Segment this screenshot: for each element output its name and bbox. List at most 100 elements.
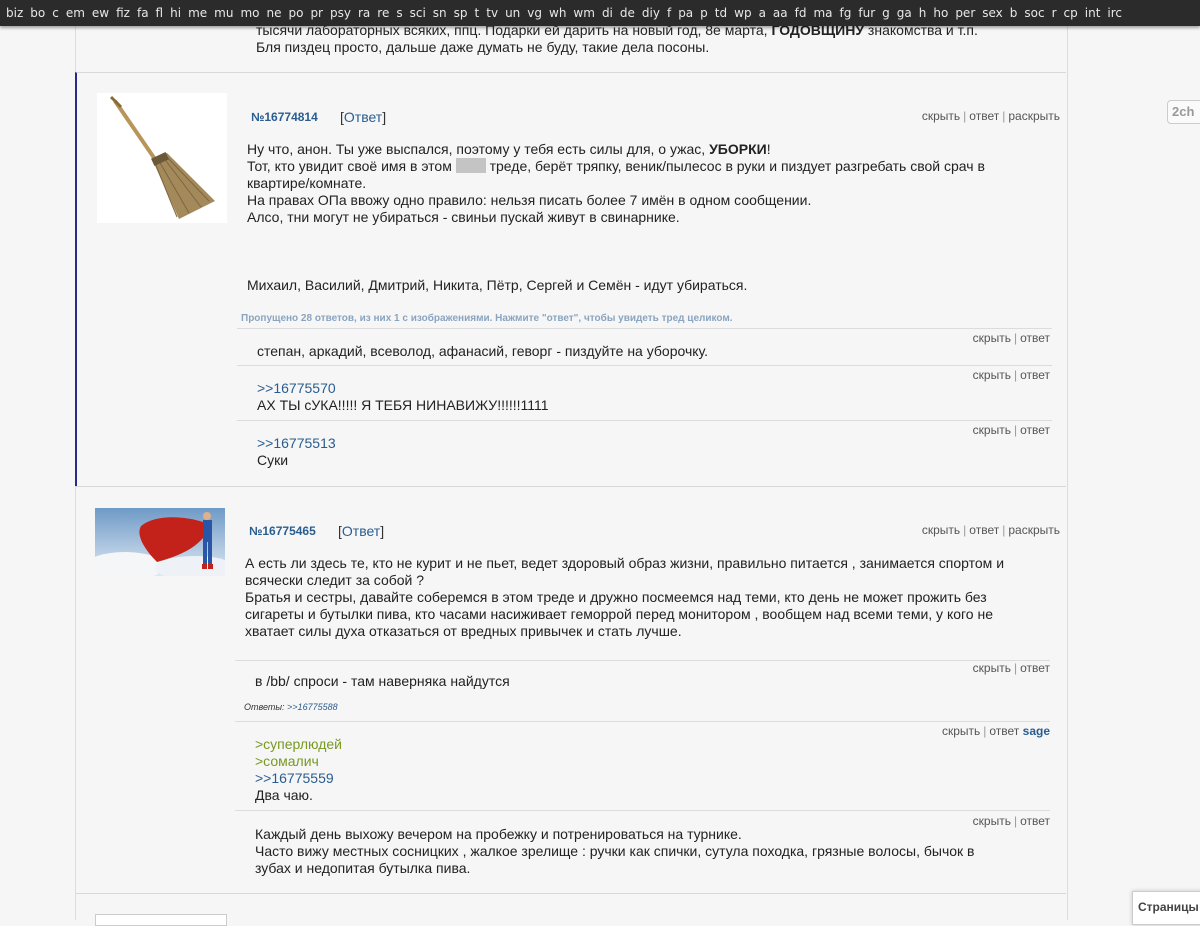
board-link-soc[interactable]: soc — [1024, 6, 1044, 20]
answer-button[interactable]: ответ — [1020, 331, 1050, 345]
hide-button[interactable]: скрыть — [922, 523, 960, 537]
board-link-diy[interactable]: diy — [642, 6, 660, 20]
reply-actions: скрыть | ответ — [972, 423, 1050, 437]
board-link-fiz[interactable]: fiz — [116, 6, 130, 20]
board-link-de[interactable]: de — [620, 6, 635, 20]
board-link-wm[interactable]: wm — [573, 6, 595, 20]
board-link-sp[interactable]: sp — [454, 6, 468, 20]
answer-button[interactable]: ответ — [1020, 661, 1050, 675]
post-number[interactable]: №16774814 — [251, 110, 318, 124]
board-link-cp[interactable]: cp — [1064, 6, 1078, 20]
hide-button[interactable]: скрыть — [973, 368, 1011, 382]
board-link-aa[interactable]: aa — [773, 6, 788, 20]
board-link-h[interactable]: h — [919, 6, 927, 20]
board-link-f[interactable]: f — [667, 6, 671, 20]
board-link-ga[interactable]: ga — [897, 6, 912, 20]
board-link-c[interactable]: c — [52, 6, 59, 20]
thread-16774814: №16774814 [Ответ] скрыть | ответ | раскрыть … — [75, 72, 1066, 486]
board-link-r[interactable]: r — [1052, 6, 1057, 20]
board-link-biz[interactable]: biz — [6, 6, 23, 20]
board-link-di[interactable]: di — [602, 6, 613, 20]
post-number[interactable]: №16775465 — [249, 524, 316, 538]
board-link-t[interactable]: t — [475, 6, 480, 20]
board-link-me[interactable]: me — [188, 6, 207, 20]
board-link-ew[interactable]: ew — [92, 6, 109, 20]
board-link-fa[interactable]: fa — [137, 6, 149, 20]
op-line-5: Алсо, тни могут не убираться - свиньи пу… — [247, 209, 680, 225]
board-link-wp[interactable]: wp — [734, 6, 751, 20]
board-link-fl[interactable]: fl — [156, 6, 164, 20]
board-link-sci[interactable]: sci — [410, 6, 426, 20]
board-link-em[interactable]: em — [66, 6, 85, 20]
board-link-mo[interactable]: mo — [240, 6, 259, 20]
board-link-per[interactable]: per — [955, 6, 975, 20]
answer-button[interactable]: ответ — [1020, 423, 1050, 437]
op-line-6: Михаил, Василий, Дмитрий, Никита, Пётр, … — [247, 277, 748, 293]
board-link-ma[interactable]: ma — [813, 6, 832, 20]
board-link-ho[interactable]: ho — [933, 6, 948, 20]
board-link-fg[interactable]: fg — [840, 6, 852, 20]
reply-ref-link[interactable]: >>16775570 — [257, 380, 336, 396]
board-link-mu[interactable]: mu — [214, 6, 233, 20]
hide-button[interactable]: скрыть — [973, 814, 1011, 828]
answer-button[interactable]: ответ — [969, 523, 999, 537]
op-line-3: квартире/комнате. — [247, 175, 367, 191]
reply-button[interactable]: Ответ — [344, 109, 382, 125]
reply-divider — [235, 810, 1050, 811]
hide-button[interactable]: скрыть — [973, 423, 1011, 437]
board-link-un[interactable]: un — [505, 6, 520, 20]
board-link-p[interactable]: p — [700, 6, 708, 20]
board-link-ra[interactable]: ra — [358, 6, 370, 20]
board-link-fd[interactable]: fd — [795, 6, 807, 20]
board-link-g[interactable]: g — [882, 6, 890, 20]
answer-button[interactable]: ответ — [989, 724, 1019, 738]
broom-image[interactable] — [97, 93, 227, 223]
board-link-vg[interactable]: vg — [527, 6, 542, 20]
board-link-ne[interactable]: ne — [266, 6, 281, 20]
board-link-wh[interactable]: wh — [549, 6, 566, 20]
hide-button[interactable]: скрыть — [973, 661, 1011, 675]
board-link-hi[interactable]: hi — [170, 6, 181, 20]
board-link-psy[interactable]: psy — [330, 6, 351, 20]
board-link-re[interactable]: re — [377, 6, 389, 20]
board-link-pa[interactable]: pa — [678, 6, 693, 20]
reply-ref-link[interactable]: >>16775513 — [257, 435, 336, 451]
board-link-a[interactable]: a — [759, 6, 766, 20]
board-link-td[interactable]: td — [715, 6, 727, 20]
board-link-int[interactable]: int — [1085, 6, 1101, 20]
reply-body: >>16775513 Суки — [257, 435, 336, 469]
spoiler[interactable] — [455, 158, 486, 173]
board-link-s[interactable]: s — [396, 6, 402, 20]
reply-text: АХ ТЫ сУКА!!!!! Я ТЕБЯ НИНАВИЖУ!!!!!!111… — [257, 397, 549, 413]
board-link-sex[interactable]: sex — [982, 6, 1003, 20]
expand-button[interactable]: раскрыть — [1008, 523, 1060, 537]
reply-body: Каждый день выхожу вечером на пробежку и… — [255, 826, 975, 877]
board-link-pr[interactable]: pr — [310, 6, 323, 20]
board-link-po[interactable]: po — [288, 6, 303, 20]
answer-button[interactable]: ответ — [1020, 368, 1050, 382]
answer-button[interactable]: ответ — [1020, 814, 1050, 828]
hide-button[interactable]: скрыть — [973, 331, 1011, 345]
expand-button[interactable]: раскрыть — [1008, 109, 1060, 123]
board-link-fur[interactable]: fur — [858, 6, 875, 20]
hide-button[interactable]: скрыть — [922, 109, 960, 123]
board-link-tv[interactable]: tv — [486, 6, 498, 20]
op-line-3: Братья и сестры, давайте соберемся в это… — [245, 589, 987, 605]
post-actions: скрыть | ответ | раскрыть — [921, 523, 1060, 537]
board-link-irc[interactable]: irc — [1107, 6, 1122, 20]
board-link-bo[interactable]: bo — [30, 6, 45, 20]
reply-body: >суперлюдей >сомалич >>16775559 Два чаю. — [255, 736, 342, 804]
thread-16775465: №16775465 [Ответ] скрыть | ответ | раскрыть … — [75, 486, 1066, 894]
greentext-line: >сомалич — [255, 753, 319, 769]
reply-button[interactable]: Ответ — [342, 523, 380, 539]
reply-link: [Ответ] — [338, 523, 384, 539]
reply-ref-link[interactable]: >>16775559 — [255, 770, 334, 786]
answer-button[interactable]: ответ — [969, 109, 999, 123]
superman-image[interactable] — [95, 508, 225, 576]
side-logo[interactable]: 2ch — [1167, 100, 1200, 124]
next-thread-thumbnail[interactable] — [95, 914, 227, 926]
hide-button[interactable]: скрыть — [942, 724, 980, 738]
board-link-sn[interactable]: sn — [433, 6, 447, 20]
board-link-b[interactable]: b — [1010, 6, 1018, 20]
answers-ref-link[interactable]: >>16775588 — [287, 702, 338, 712]
